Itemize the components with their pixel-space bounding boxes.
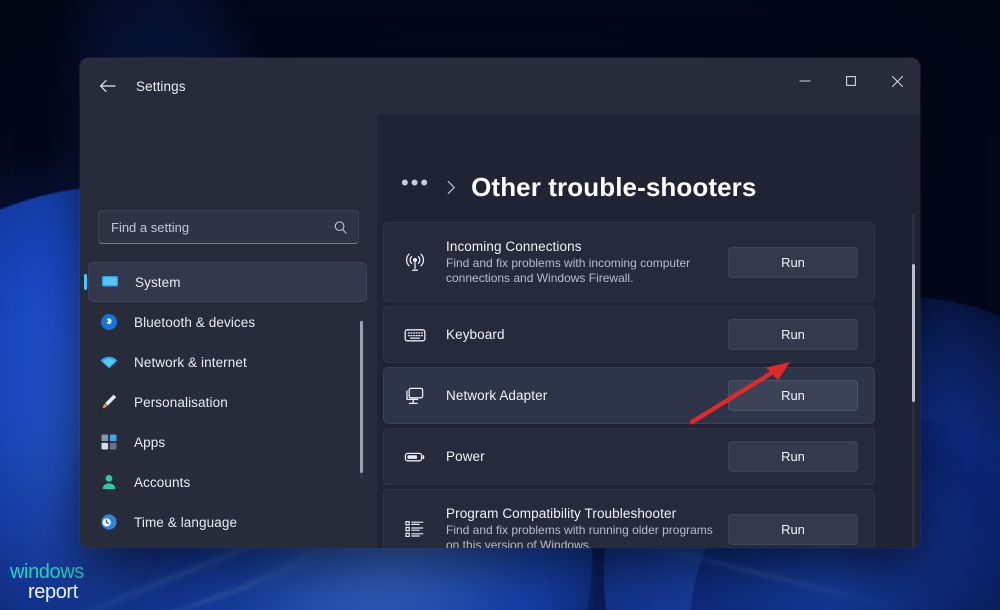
sidebar-item-time-language[interactable]: Time & language	[88, 502, 367, 542]
sidebar-scrollbar-thumb[interactable]	[360, 321, 363, 473]
app-title: Settings	[136, 78, 186, 94]
troubleshooter-description: Find and fix problems with running older…	[446, 522, 713, 549]
sidebar-item-label: Time & language	[134, 514, 238, 530]
sidebar-nav: System Bluetooth & devices Network & int…	[80, 262, 377, 542]
sidebar-item-accounts[interactable]: Accounts	[88, 462, 367, 502]
troubleshooter-title: Network Adapter	[446, 388, 548, 403]
clock-globe-icon	[98, 511, 120, 533]
close-button[interactable]	[874, 58, 920, 104]
window-controls	[782, 58, 920, 104]
minimize-icon	[799, 80, 811, 82]
back-arrow-icon	[99, 80, 116, 92]
breadcrumb: ••• Other trouble-shooters	[377, 114, 920, 208]
maximize-button[interactable]	[828, 58, 874, 104]
apps-grid-icon	[98, 431, 120, 453]
broadcast-signal-icon	[402, 249, 428, 275]
chevron-right-icon	[446, 180, 457, 195]
sidebar-item-label: Apps	[134, 434, 166, 450]
troubleshooter-text: Network Adapter	[446, 388, 728, 403]
sidebar-item-label: Network & internet	[134, 354, 247, 370]
troubleshooter-row-network-adapter[interactable]: Network Adapter Run	[383, 367, 875, 424]
sidebar-item-label: Bluetooth & devices	[134, 314, 256, 330]
keyboard-icon	[402, 322, 428, 348]
sidebar-item-personalisation[interactable]: Personalisation	[88, 382, 367, 422]
troubleshooter-row-program-compatibility[interactable]: Program Compatibility Troubleshooter Fin…	[383, 489, 875, 548]
watermark-line-1: windows	[10, 561, 84, 583]
run-button-program-compatibility[interactable]: Run	[728, 513, 858, 545]
close-icon	[891, 75, 903, 87]
title-bar: Settings	[80, 58, 920, 114]
person-icon	[98, 471, 120, 493]
list-checklist-icon	[402, 516, 428, 542]
search-icon	[333, 220, 348, 235]
content-pane: ••• Other trouble-shooters Incoming Conn…	[377, 114, 920, 548]
paintbrush-icon	[98, 391, 120, 413]
troubleshooter-title: Incoming Connections	[446, 238, 582, 254]
sidebar-item-label: Accounts	[134, 474, 191, 490]
back-button[interactable]	[90, 71, 124, 101]
sidebar-item-apps[interactable]: Apps	[88, 422, 367, 462]
battery-icon	[402, 444, 428, 470]
search-input[interactable]	[109, 218, 333, 236]
troubleshooter-title: Program Compatibility Troubleshooter	[446, 505, 677, 521]
watermark: windows report	[10, 561, 84, 603]
settings-window: Settings Find a setting System Bluetooth…	[80, 58, 920, 548]
troubleshooter-description: Find and fix problems with incoming comp…	[446, 255, 691, 285]
troubleshooter-row-power[interactable]: Power Run	[383, 428, 875, 485]
minimize-button[interactable]	[782, 58, 828, 104]
troubleshooter-row-keyboard[interactable]: Keyboard Run	[383, 306, 875, 363]
sidebar-item-system[interactable]: System	[88, 262, 367, 302]
bluetooth-icon	[98, 311, 120, 333]
run-button-network-adapter[interactable]: Run	[728, 380, 858, 411]
page-title: Other trouble-shooters	[471, 171, 757, 202]
run-button-power[interactable]: Run	[728, 441, 858, 472]
sidebar-item-bluetooth-devices[interactable]: Bluetooth & devices	[88, 302, 367, 342]
sidebar-item-label: System	[135, 274, 181, 290]
breadcrumb-overflow-button[interactable]: •••	[401, 172, 430, 194]
run-button-keyboard[interactable]: Run	[728, 319, 858, 350]
troubleshooter-title: Keyboard	[446, 327, 505, 342]
troubleshooter-row-incoming-connections[interactable]: Incoming Connections Find and fix proble…	[383, 222, 875, 302]
run-button-incoming-connections[interactable]: Run	[728, 246, 858, 278]
search-box[interactable]	[98, 210, 359, 244]
maximize-icon	[846, 76, 856, 86]
sidebar-item-label: Personalisation	[134, 394, 228, 410]
troubleshooter-text: Program Compatibility Troubleshooter Fin…	[446, 506, 728, 549]
search-container	[98, 210, 359, 244]
sidebar: System Bluetooth & devices	[80, 114, 377, 548]
troubleshooter-text: Power	[446, 449, 728, 464]
watermark-line-2: report	[28, 580, 78, 603]
troubleshooter-title: Power	[446, 449, 485, 464]
wifi-icon	[98, 351, 120, 373]
desktop: windows report Settings Find a setting S…	[0, 0, 1000, 610]
troubleshooter-list: Incoming Connections Find and fix proble…	[377, 222, 920, 548]
content-scrollbar-thumb[interactable]	[912, 264, 915, 402]
troubleshooter-text: Incoming Connections Find and fix proble…	[446, 239, 728, 286]
window-body: System Bluetooth & devices	[80, 114, 920, 548]
sidebar-item-network-internet[interactable]: Network & internet	[88, 342, 367, 382]
troubleshooter-text: Keyboard	[446, 327, 728, 342]
monitor-icon	[99, 271, 121, 293]
network-computer-icon	[402, 383, 428, 409]
